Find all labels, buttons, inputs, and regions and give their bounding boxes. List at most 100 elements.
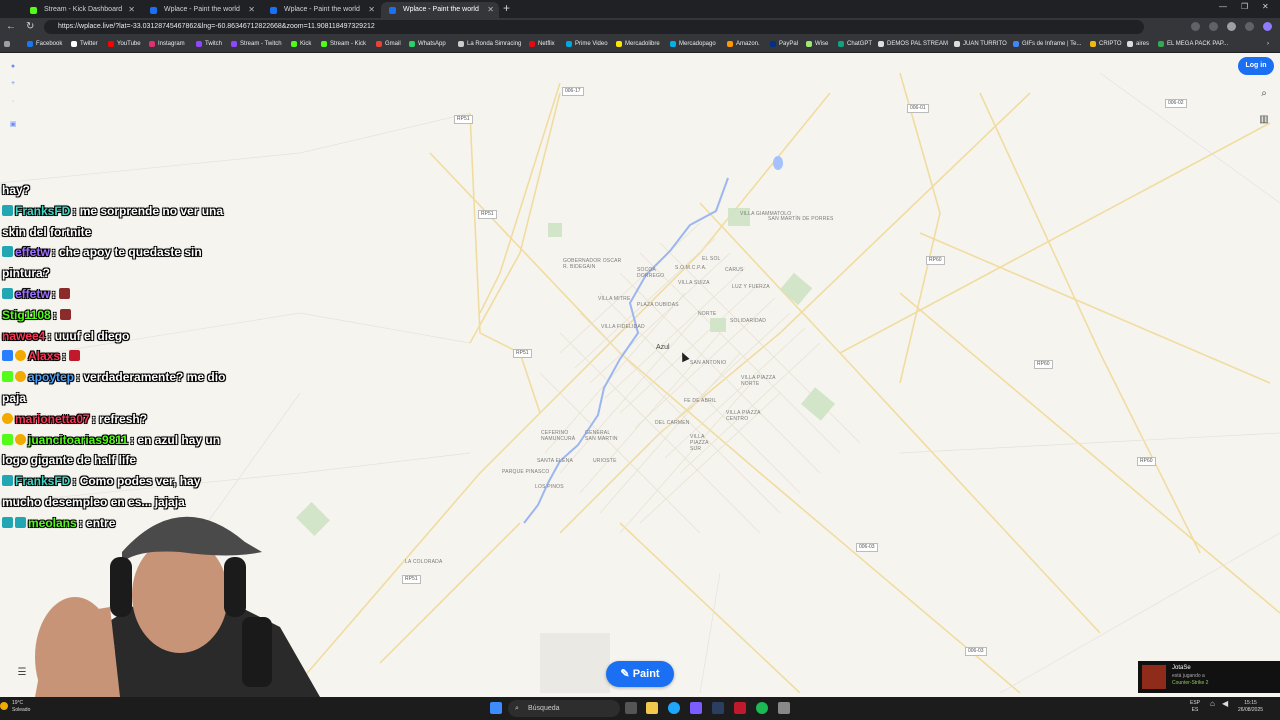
bookmark-item[interactable]: Kick xyxy=(291,36,311,52)
chat-username: nawee4 xyxy=(2,328,46,343)
friend-notification[interactable]: JotaSe está jugando a Counter-Strike 2 xyxy=(1138,661,1280,693)
search-icon[interactable]: ⌕ xyxy=(1257,87,1271,101)
gif-icon xyxy=(1013,41,1019,47)
bookmark-item[interactable]: Facebook xyxy=(27,36,62,52)
bookmark-item[interactable]: GIFs de Inframe | Te... xyxy=(1013,36,1081,52)
route-shield: RP51 xyxy=(402,575,421,584)
taskbar-search[interactable]: ⌕ Búsqueda xyxy=(508,700,620,717)
bookmark-item[interactable]: Twitter xyxy=(71,36,98,52)
steam-icon[interactable] xyxy=(712,702,724,714)
url-input[interactable]: https://wplace.live/?lat=-33.03128745467… xyxy=(44,20,1144,34)
chat-message: nawee4: uuuf el diego xyxy=(2,328,130,343)
bookmark-item[interactable]: Mercadopago xyxy=(670,36,716,52)
close-icon[interactable]: ✕ xyxy=(368,2,375,18)
check-icon xyxy=(878,41,884,47)
start-icon[interactable] xyxy=(490,702,502,714)
bookmark-item[interactable]: Gmail xyxy=(376,36,401,52)
bookmark-item[interactable]: YouTube xyxy=(108,36,141,52)
bookmark-item[interactable]: CRIPTO xyxy=(1090,36,1122,52)
app-icon[interactable] xyxy=(690,702,702,714)
gmail-icon xyxy=(376,41,382,47)
gemini-icon[interactable] xyxy=(1263,22,1272,31)
x-icon xyxy=(954,41,960,47)
close-icon[interactable]: ✕ xyxy=(487,2,494,18)
bookmark-item[interactable]: EL MEGA PACK PAP... xyxy=(1158,36,1228,52)
wplace-icon xyxy=(270,7,277,14)
chat-message: Alaxs: xyxy=(2,346,240,367)
bookmark-item[interactable]: Netflix xyxy=(529,36,555,52)
extension-icon[interactable] xyxy=(1191,22,1200,31)
paint-button[interactable]: ✎ Paint xyxy=(606,661,674,687)
chat-icon[interactable]: ▣ xyxy=(6,120,20,130)
close-icon[interactable]: ✕ xyxy=(128,2,135,18)
zoom-in-icon[interactable]: ● xyxy=(6,63,20,73)
minus-icon[interactable]: · xyxy=(6,98,20,108)
place-label: VILLA PIAZZA CENTRO xyxy=(726,410,761,422)
badge-icon xyxy=(2,412,13,424)
chat-username: effetw xyxy=(15,245,50,260)
bookmark-item[interactable]: Amazon. xyxy=(727,36,760,52)
plus-icon[interactable]: + xyxy=(6,80,20,90)
spotify-icon[interactable] xyxy=(756,702,768,714)
bookmark-item[interactable]: WhatsApp xyxy=(409,36,446,52)
bookmark-item[interactable]: Twitch xyxy=(196,36,222,52)
bookmark-star-icon[interactable] xyxy=(1209,22,1218,31)
volume-icon[interactable]: ◀ xyxy=(1222,700,1228,708)
place-label: LA COLORADA xyxy=(405,559,443,565)
app-icon[interactable] xyxy=(734,702,746,714)
tab-wplace-3[interactable]: Wplace - Paint the world ✕ xyxy=(381,2,499,18)
tab-wplace-1[interactable]: Wplace - Paint the world ✕ xyxy=(142,2,260,18)
edge-icon[interactable] xyxy=(668,702,680,714)
chat-message: hay? xyxy=(2,183,31,197)
clock[interactable]: 15:15 26/08/2025 xyxy=(1238,700,1263,714)
tab-title: Stream - Kick Dashboard xyxy=(44,6,123,13)
weather-widget[interactable]: 19°C Soleado xyxy=(0,700,30,714)
tab-title: Wplace - Paint the world xyxy=(164,6,240,13)
bookmark-item[interactable]: Stream - Kick xyxy=(321,36,366,52)
place-label: EL SOL xyxy=(702,256,721,262)
wise-icon xyxy=(806,41,812,47)
new-tab-button[interactable]: + xyxy=(503,1,510,15)
menu-icon[interactable] xyxy=(1245,22,1254,31)
wifi-icon[interactable]: ⌂ xyxy=(1210,700,1215,708)
layers-icon[interactable]: ☰ xyxy=(15,666,29,680)
chevron-right-icon[interactable]: › xyxy=(1258,36,1269,52)
apps-icon[interactable] xyxy=(4,36,29,52)
bookmark-item[interactable]: JUAN TURRITO xyxy=(954,36,1007,52)
chat-username: juancitoarias9811 xyxy=(28,432,129,447)
maximize-button[interactable]: ❐ xyxy=(1241,2,1248,11)
bookmark-item[interactable]: Wise xyxy=(806,36,828,52)
friend-status: está jugando a xyxy=(1172,673,1205,679)
tab-wplace-2[interactable]: Wplace - Paint the world ✕ xyxy=(262,2,380,18)
task-view-icon[interactable] xyxy=(625,702,637,714)
bookmark-item[interactable]: Mercadolibre xyxy=(616,36,660,52)
bookmark-item[interactable]: ChatGPT xyxy=(838,36,872,52)
language-indicator[interactable]: ESP ES xyxy=(1190,700,1200,714)
reload-icon[interactable]: ↻ xyxy=(26,21,34,32)
file-explorer-icon[interactable] xyxy=(646,702,658,714)
app-icon[interactable] xyxy=(778,702,790,714)
login-button[interactable]: Log in xyxy=(1238,57,1274,75)
bookmark-item[interactable]: Instagram xyxy=(149,36,185,52)
search-placeholder: Búsqueda xyxy=(528,705,560,712)
avatar[interactable] xyxy=(1227,22,1236,31)
bookmark-item[interactable]: Prime Video xyxy=(566,36,608,52)
chat-message: Stig1108: xyxy=(2,305,240,326)
back-icon[interactable]: ← xyxy=(6,21,16,32)
bookmark-item[interactable]: Stream - Twitch xyxy=(231,36,282,52)
close-icon[interactable]: ✕ xyxy=(248,2,255,18)
sun-icon xyxy=(0,702,8,710)
route-shield: RP60 xyxy=(926,256,945,265)
close-window-button[interactable]: ✕ xyxy=(1262,2,1269,11)
tab-kick-dashboard[interactable]: Stream - Kick Dashboard ✕ xyxy=(22,2,140,18)
kick-icon xyxy=(30,7,37,14)
bookmark-item[interactable]: aires xyxy=(1127,36,1149,52)
leaderboard-icon[interactable]: ▥ xyxy=(1257,113,1271,127)
minimize-button[interactable]: — xyxy=(1219,2,1227,11)
place-label: LOS PINOS xyxy=(535,484,564,490)
bookmark-item[interactable]: La Ronda Simracing xyxy=(458,36,521,52)
bookmark-item[interactable]: DEMOS PAL STREAM xyxy=(878,36,948,52)
place-label: GENERAL SAN MARTIN xyxy=(585,430,618,442)
chat-message: FranksFD: me sorprende no ver una skin d… xyxy=(2,203,224,239)
bookmark-item[interactable]: PayPal xyxy=(770,36,798,52)
